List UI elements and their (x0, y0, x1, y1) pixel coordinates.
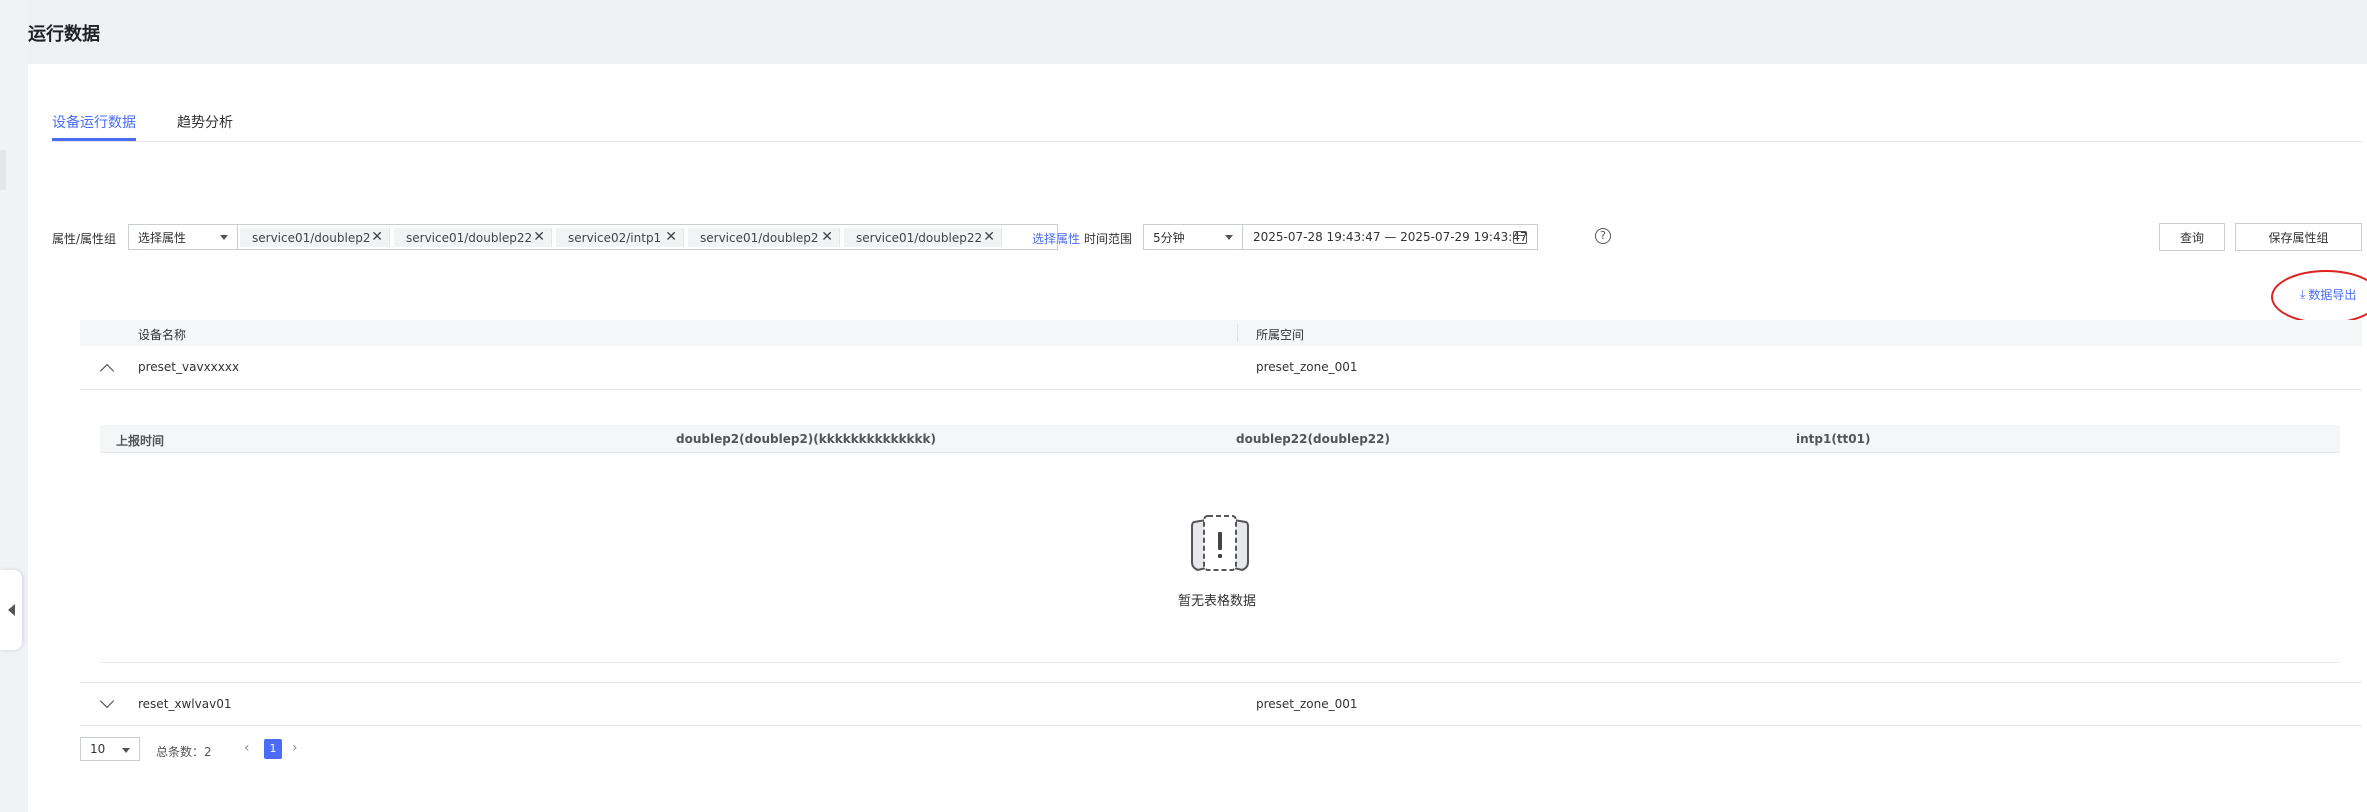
prev-page-button[interactable]: ‹ (244, 740, 250, 756)
empty-data-icon (1191, 515, 1249, 572)
attr-tag: service01/doublep2 ✕ (688, 228, 840, 247)
query-button[interactable]: 查询 (2159, 223, 2225, 251)
sub-header-report-time: 上报时间 (116, 434, 165, 448)
sub-header-doublep22: doublep22(doublep22) (1236, 432, 1390, 446)
page-button-1[interactable]: 1 (264, 739, 282, 759)
attr-select-value: 选择属性 (138, 230, 187, 245)
time-select-value: 5分钟 (1153, 230, 1185, 245)
attr-label: 属性/属性组 (52, 232, 117, 246)
save-attr-group-button[interactable]: 保存属性组 (2235, 223, 2362, 251)
attr-tag-label: service01/doublep2 (252, 230, 371, 245)
table-row[interactable]: reset_xwlvav01 preset_zone_001 (80, 682, 2362, 726)
date-range-input[interactable]: 2025-07-28 19:43:47 — 2025-07-29 19:43:4… (1243, 224, 1538, 250)
chevron-down-icon (122, 748, 130, 753)
sidebar-collapse-handle[interactable] (0, 570, 22, 650)
tab-bar: 设备运行数据 趋势分析 (52, 84, 2362, 142)
attr-tag-label: service01/doublep22 (406, 230, 533, 245)
total-count: 总条数：2 (156, 745, 212, 759)
time-select[interactable]: 5分钟 (1143, 224, 1243, 250)
attr-select[interactable]: 选择属性 (128, 224, 238, 250)
left-strip (0, 150, 6, 190)
device-name-cell: reset_xwlvav01 (138, 697, 232, 711)
attr-tag: service02/intp1 ✕ (556, 228, 684, 247)
active-tab-indicator (52, 138, 136, 141)
space-cell: preset_zone_001 (1256, 697, 1358, 711)
time-range-label: 时间范围 (1084, 232, 1133, 246)
content-card: 设备运行数据 趋势分析 属性/属性组 选择属性 service01/double… (28, 64, 2367, 812)
select-attr-link[interactable]: 选择属性 (1032, 230, 1080, 247)
close-icon[interactable]: ✕ (665, 229, 677, 245)
header-space: 所属空间 (1256, 328, 1305, 342)
device-name-cell: preset_vavxxxxx (138, 360, 240, 374)
table-row[interactable]: preset_vavxxxxx preset_zone_001 (80, 346, 2362, 390)
table-header: 设备名称 所属空间 (80, 320, 2362, 346)
close-icon[interactable]: ✕ (371, 229, 383, 245)
page-size-value: 10 (90, 742, 106, 756)
chevron-down-icon[interactable] (99, 693, 115, 709)
calendar-icon[interactable] (1513, 231, 1527, 244)
annotation-circle (2271, 270, 2367, 324)
date-range-value: 2025-07-28 19:43:47 — 2025-07-29 19:43:4… (1253, 230, 1528, 244)
attr-tag: service01/doublep2 ✕ (240, 228, 390, 247)
chevron-up-icon[interactable] (99, 363, 115, 379)
close-icon[interactable]: ✕ (533, 229, 545, 245)
tab-trend-analysis[interactable]: 趋势分析 (177, 112, 233, 132)
space-cell: preset_zone_001 (1256, 360, 1358, 374)
sub-header-intp1: intp1(tt01) (1796, 432, 1871, 446)
header-device-name: 设备名称 (138, 328, 187, 342)
tab-device-data[interactable]: 设备运行数据 (52, 112, 136, 132)
caret-left-icon (7, 604, 15, 616)
sub-table-header: 上报时间 doublep2(doublep2)(kkkkkkkkkkkkkk) … (100, 425, 2340, 453)
sub-table-bottom-border (100, 662, 2340, 663)
empty-data-text: 暂无表格数据 (1178, 594, 1257, 609)
attr-tag-label: service01/doublep2 (700, 230, 819, 245)
page-header: 运行数据 (28, 0, 2367, 64)
chevron-down-icon (1225, 235, 1233, 240)
attr-tag-label: service02/intp1 (568, 230, 662, 245)
chevron-down-icon (220, 235, 228, 240)
close-icon[interactable]: ✕ (821, 229, 833, 245)
next-page-button[interactable]: › (292, 740, 298, 756)
page-size-select[interactable]: 10 (80, 737, 140, 761)
sub-header-doublep2: doublep2(doublep2)(kkkkkkkkkkkkkk) (676, 432, 936, 446)
close-icon[interactable]: ✕ (983, 229, 995, 245)
attr-tag: service01/doublep22 ✕ (394, 228, 552, 247)
header-divider (1237, 324, 1238, 342)
attr-tag-box[interactable]: service01/doublep2 ✕ service01/doublep22… (238, 224, 1058, 250)
attr-tag: service01/doublep22 ✕ (844, 228, 1002, 247)
help-icon[interactable]: ? (1595, 228, 1611, 244)
page-title: 运行数据 (28, 24, 100, 45)
attr-tag-label: service01/doublep22 (856, 230, 983, 245)
